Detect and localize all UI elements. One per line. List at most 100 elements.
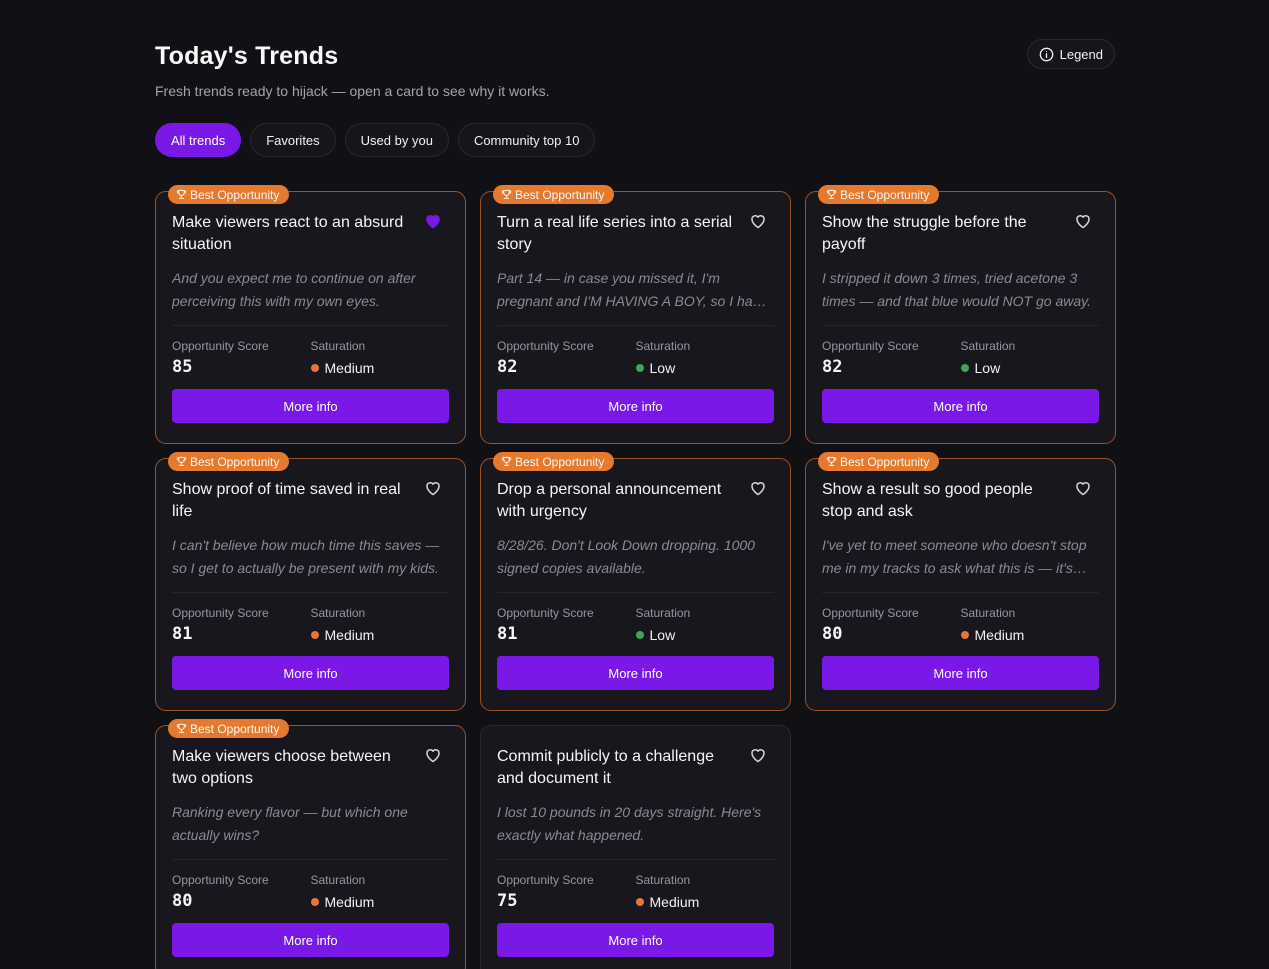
more-info-button[interactable]: More info xyxy=(497,656,774,690)
heart-icon[interactable] xyxy=(1073,478,1093,498)
card-header: Show the struggle before the payoff xyxy=(822,212,1099,256)
divider xyxy=(822,325,1099,326)
badge-label: Best Opportunity xyxy=(190,454,280,469)
saturation-dot-icon xyxy=(960,364,969,372)
card-title: Show a result so good people stop and as… xyxy=(822,481,1033,520)
card-stats: Opportunity Score 80 Saturation Medium xyxy=(822,606,1099,644)
heart-icon[interactable] xyxy=(748,745,768,765)
card-stats: Opportunity Score 81 Saturation Low xyxy=(497,606,774,644)
score-label: Opportunity Score xyxy=(497,606,594,620)
card-header: Turn a real life series into a serial st… xyxy=(497,212,774,256)
card-stats: Opportunity Score 75 Saturation Medium xyxy=(497,873,774,911)
card-title: Make viewers choose between two options xyxy=(172,748,391,787)
heart-filled-icon[interactable] xyxy=(423,211,443,231)
saturation-label: Saturation xyxy=(960,339,1016,353)
score-label: Opportunity Score xyxy=(822,339,919,353)
trophy-icon xyxy=(501,189,512,199)
trend-card: Commit publicly to a challenge and docum… xyxy=(480,725,791,969)
badge-label: Best Opportunity xyxy=(190,187,280,202)
saturation-text: Medium xyxy=(974,627,1025,643)
saturation-text: Low xyxy=(649,627,676,643)
card-title: Make viewers react to an absurd situatio… xyxy=(172,214,404,253)
saturation-text: Medium xyxy=(649,894,700,910)
more-info-button[interactable]: More info xyxy=(497,923,774,957)
card-title: Show the struggle before the payoff xyxy=(822,214,1027,253)
card-stats: Opportunity Score 81 Saturation Medium xyxy=(172,606,449,644)
saturation-value: Low xyxy=(635,360,775,376)
saturation-value: Medium xyxy=(635,894,775,910)
trophy-icon xyxy=(176,189,187,199)
heart-icon[interactable] xyxy=(748,211,768,231)
trophy-icon xyxy=(176,723,187,733)
trend-card: Best Opportunity Turn a real life series … xyxy=(480,185,791,444)
more-info-button[interactable]: More info xyxy=(497,389,774,423)
card-title: Turn a real life series into a serial st… xyxy=(497,214,733,253)
saturation-text: Medium xyxy=(324,360,375,376)
saturation: Saturation Medium xyxy=(310,606,450,644)
legend-button[interactable]: Legend xyxy=(1026,39,1115,69)
card-header: Drop a personal announcement with urgenc… xyxy=(497,479,774,523)
saturation-label: Saturation xyxy=(635,339,691,353)
trophy-icon xyxy=(176,456,187,466)
card-stats: Opportunity Score 82 Saturation Low xyxy=(822,339,1099,377)
opportunity-score: Opportunity Score 82 xyxy=(497,339,636,377)
filter-chip[interactable]: All trends xyxy=(155,123,242,157)
score-value: 85 xyxy=(172,357,193,377)
filter-chip[interactable]: Used by you xyxy=(344,123,449,157)
score-label: Opportunity Score xyxy=(822,606,919,620)
card-stats: Opportunity Score 80 Saturation Medium xyxy=(172,873,449,911)
card-header: Show proof of time saved in real life xyxy=(172,479,449,523)
score-value: 81 xyxy=(172,624,193,644)
saturation-dot-icon xyxy=(310,364,319,372)
heart-icon[interactable] xyxy=(748,478,768,498)
saturation: Saturation Low xyxy=(635,606,775,644)
best-opportunity-badge: Best Opportunity xyxy=(493,452,615,471)
saturation-label: Saturation xyxy=(310,339,366,353)
saturation-dot-icon xyxy=(635,364,644,372)
badge-label: Best Opportunity xyxy=(840,454,930,469)
more-info-button[interactable]: More info xyxy=(172,656,449,690)
card-quote: Ranking every flavor — but which one act… xyxy=(172,804,408,843)
saturation-dot-icon xyxy=(635,631,644,639)
heart-icon[interactable] xyxy=(1073,211,1093,231)
more-info-button[interactable]: More info xyxy=(172,389,449,423)
score-value: 75 xyxy=(497,891,518,911)
legend-label: Legend xyxy=(1059,46,1103,62)
filter-chip[interactable]: Community top 10 xyxy=(457,123,596,157)
heart-icon[interactable] xyxy=(423,745,443,765)
saturation-value: Low xyxy=(635,627,775,643)
more-info-button[interactable]: More info xyxy=(172,923,449,957)
score-value: 80 xyxy=(822,624,843,644)
trend-card: Best Opportunity Show proof of time saved… xyxy=(155,452,466,711)
page-header: Today's Trends Fresh trends ready to hij… xyxy=(155,39,1115,99)
saturation-text: Medium xyxy=(324,894,375,910)
opportunity-score: Opportunity Score 82 xyxy=(822,339,961,377)
best-opportunity-badge: Best Opportunity xyxy=(493,185,615,204)
divider xyxy=(497,592,774,593)
filter-tabs: All trends Favorites Used by you Community … xyxy=(155,123,1115,157)
more-info-button[interactable]: More info xyxy=(822,389,1099,423)
trophy-icon xyxy=(826,189,837,199)
card-quote: I can't believe how much time this saves… xyxy=(172,537,440,576)
trend-card: Best Opportunity Show a result so good pe… xyxy=(805,452,1116,711)
trophy-icon xyxy=(501,456,512,466)
saturation-dot-icon xyxy=(635,898,644,906)
score-label: Opportunity Score xyxy=(172,873,269,887)
filter-chip[interactable]: Favorites xyxy=(250,123,336,157)
score-label: Opportunity Score xyxy=(172,339,269,353)
card-quote: I lost 10 pounds in 20 days straight. He… xyxy=(497,804,762,843)
opportunity-score: Opportunity Score 81 xyxy=(497,606,636,644)
badge-label: Best Opportunity xyxy=(190,721,280,736)
card-header: Make viewers choose between two options xyxy=(172,746,449,790)
more-info-button[interactable]: More info xyxy=(822,656,1099,690)
best-opportunity-badge: Best Opportunity xyxy=(168,185,290,204)
card-quote: I stripped it down 3 times, tried aceton… xyxy=(822,270,1091,309)
heart-icon[interactable] xyxy=(423,478,443,498)
best-opportunity-badge: Best Opportunity xyxy=(168,452,290,471)
trend-card: Best Opportunity Make viewers choose betw… xyxy=(155,719,466,969)
divider xyxy=(172,592,449,593)
opportunity-score: Opportunity Score 85 xyxy=(172,339,311,377)
card-header: Commit publicly to a challenge and docum… xyxy=(497,746,774,790)
saturation: Saturation Medium xyxy=(310,873,450,911)
header-text: Today's Trends Fresh trends ready to hij… xyxy=(155,40,550,99)
